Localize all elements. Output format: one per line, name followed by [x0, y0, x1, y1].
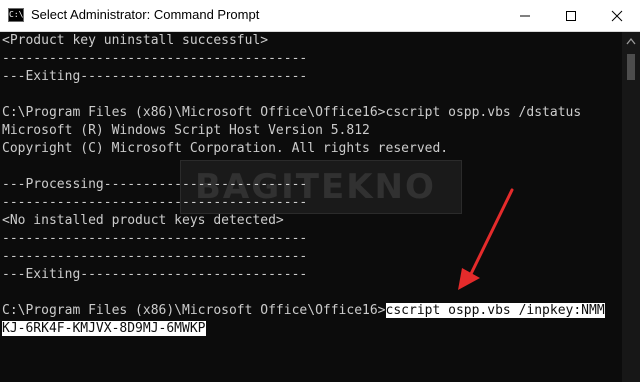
- close-icon: [611, 10, 623, 21]
- maximize-icon: [566, 10, 576, 21]
- prompt-path: C:\Program Files (x86)\Microsoft Office\…: [2, 303, 386, 318]
- selected-product-key[interactable]: KJ-6RK4F-KMJVX-8D9MJ-6MWKP: [2, 321, 206, 336]
- minimize-icon: [520, 15, 530, 16]
- console-line: Copyright (C) Microsoft Corporation. All…: [2, 141, 449, 156]
- console-line: ---------------------------------------: [2, 249, 308, 264]
- prompt-line-continuation: KJ-6RK4F-KMJVX-8D9MJ-6MWKP: [2, 320, 206, 338]
- window-title: Select Administrator: Command Prompt: [31, 7, 260, 22]
- console-line: <No installed product keys detected>: [2, 213, 284, 228]
- cmd-icon[interactable]: C:\: [8, 8, 24, 22]
- watermark-text: BAGITEKNO: [195, 167, 436, 207]
- console-line: C:\Program Files (x86)\Microsoft Office\…: [2, 105, 582, 120]
- chevron-up-icon: [626, 37, 636, 45]
- title-bar[interactable]: C:\ Select Administrator: Command Prompt: [0, 0, 640, 32]
- console-line: ---------------------------------------: [2, 231, 308, 246]
- console-line: <Product key uninstall successful>: [2, 33, 269, 48]
- scroll-thumb[interactable]: [627, 54, 635, 80]
- vertical-scrollbar[interactable]: [622, 32, 640, 382]
- command-prompt-window: C:\ Select Administrator: Command Prompt…: [0, 0, 640, 382]
- close-button[interactable]: [594, 0, 640, 31]
- scroll-up-button[interactable]: [622, 32, 640, 50]
- console-line: ---------------------------------------: [2, 51, 308, 66]
- watermark: BAGITEKNO: [180, 160, 462, 214]
- prompt-line: C:\Program Files (x86)\Microsoft Office\…: [2, 302, 605, 320]
- minimize-button[interactable]: [502, 0, 548, 31]
- console-line: Microsoft (R) Windows Script Host Versio…: [2, 123, 370, 138]
- console-line: ---Exiting-----------------------------: [2, 69, 308, 84]
- selected-command[interactable]: cscript ospp.vbs /inpkey:NMM: [385, 303, 605, 318]
- console-line: ---Exiting-----------------------------: [2, 267, 308, 282]
- annotation-arrow-icon: [458, 188, 514, 290]
- maximize-button[interactable]: [548, 0, 594, 31]
